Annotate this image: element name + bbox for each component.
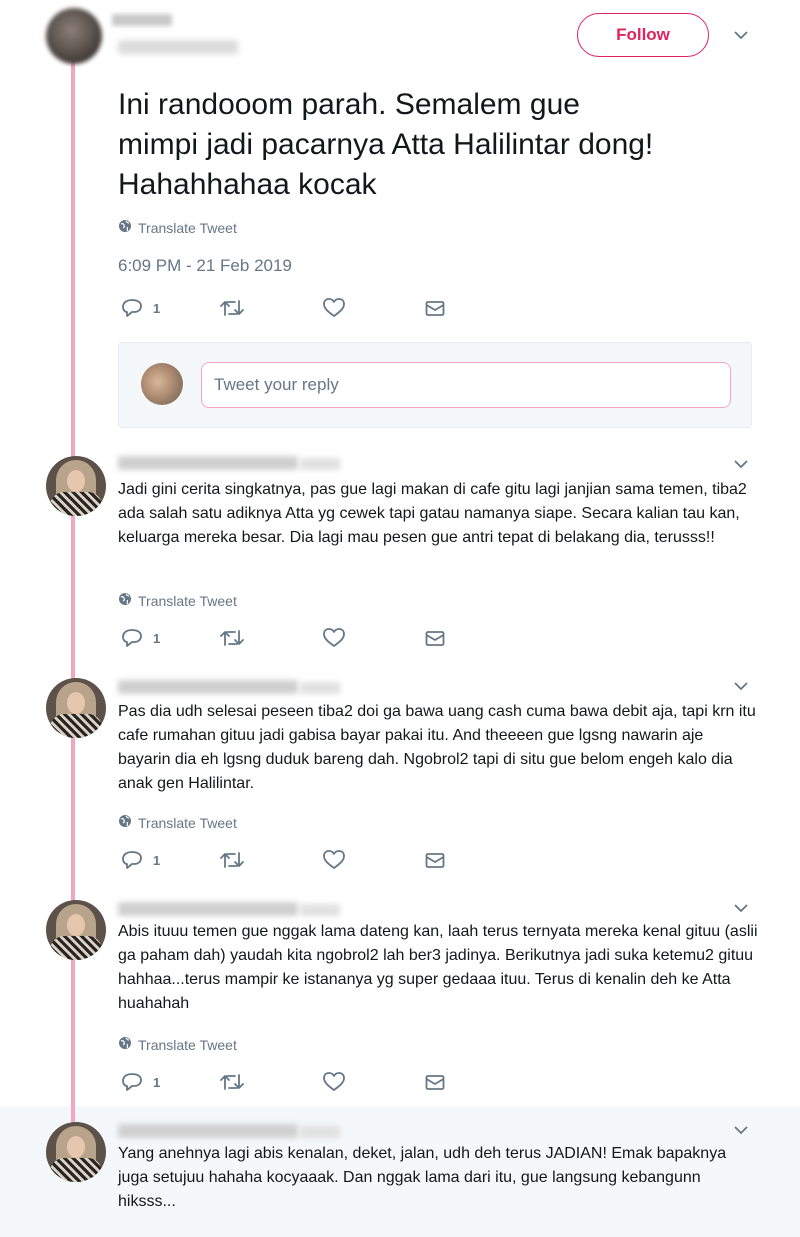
- translate-tweet-link[interactable]: Translate Tweet: [118, 814, 237, 831]
- translate-tweet-link[interactable]: Translate Tweet: [118, 1036, 237, 1053]
- current-user-avatar: [141, 363, 183, 405]
- retweet-action[interactable]: [220, 1072, 244, 1092]
- like-icon: [323, 628, 345, 648]
- retweet-icon: [220, 1072, 244, 1092]
- reply-author-avatar[interactable]: [46, 900, 106, 960]
- reply-text: Pas dia udh selesai peseen tiba2 doi ga …: [118, 703, 756, 792]
- reply-author-handle-blurred[interactable]: [300, 1126, 340, 1138]
- globe-icon: [118, 814, 132, 831]
- author-avatar[interactable]: [46, 8, 102, 64]
- follow-button[interactable]: Follow: [577, 13, 709, 57]
- retweet-action[interactable]: [220, 850, 244, 870]
- message-icon: [425, 852, 445, 870]
- main-tweet-text: Ini randooom parah. Semalem gue mimpi ja…: [118, 88, 654, 201]
- author-handle-blurred[interactable]: [118, 40, 238, 54]
- message-icon: [425, 1074, 445, 1092]
- globe-icon: [118, 219, 132, 236]
- reply-icon: [121, 1072, 143, 1092]
- reply-author-name-blurred[interactable]: [118, 456, 298, 470]
- reply-author-avatar[interactable]: [46, 456, 106, 516]
- like-action[interactable]: [323, 298, 345, 318]
- like-icon: [323, 1072, 345, 1092]
- chevron-down-icon[interactable]: [733, 900, 749, 916]
- globe-icon: [118, 592, 132, 609]
- chevron-down-icon[interactable]: [733, 678, 749, 694]
- reply-icon: [121, 628, 143, 648]
- retweet-icon: [220, 850, 244, 870]
- reply-action[interactable]: 1: [121, 298, 160, 318]
- chevron-down-icon[interactable]: [733, 456, 749, 472]
- direct-message-action[interactable]: [425, 852, 445, 870]
- thread-connector-line: [71, 60, 75, 1140]
- direct-message-action[interactable]: [425, 300, 445, 318]
- reply-text: Abis ituuu temen gue nggak lama dateng k…: [118, 923, 758, 1012]
- message-icon: [425, 630, 445, 648]
- globe-icon: [118, 1036, 132, 1053]
- translate-tweet-link[interactable]: Translate Tweet: [118, 592, 237, 609]
- translate-label: Translate Tweet: [138, 1036, 237, 1053]
- reply-icon: [121, 298, 143, 318]
- reply-author-name-blurred[interactable]: [118, 902, 298, 916]
- author-name-blurred[interactable]: [112, 14, 172, 26]
- reply-count: 1: [153, 300, 161, 316]
- retweet-action[interactable]: [220, 298, 244, 318]
- tweet-timestamp[interactable]: 6:09 PM - 21 Feb 2019: [118, 256, 292, 276]
- reply-count: 1: [153, 852, 161, 868]
- reply-author-name-blurred[interactable]: [118, 1124, 298, 1138]
- translate-label: Translate Tweet: [138, 814, 237, 831]
- like-action[interactable]: [323, 628, 345, 648]
- reply-action[interactable]: 1: [121, 628, 160, 648]
- reply-author-avatar[interactable]: [46, 1122, 106, 1182]
- chevron-down-icon[interactable]: [733, 27, 749, 43]
- reply-author-avatar[interactable]: [46, 678, 106, 738]
- like-action[interactable]: [323, 1072, 345, 1092]
- direct-message-action[interactable]: [425, 630, 445, 648]
- retweet-icon: [220, 628, 244, 648]
- tweet-header: Follow: [0, 0, 800, 80]
- retweet-action[interactable]: [220, 628, 244, 648]
- chevron-down-icon[interactable]: [733, 1122, 749, 1138]
- like-icon: [323, 850, 345, 870]
- translate-label: Translate Tweet: [138, 219, 237, 236]
- retweet-icon: [220, 298, 244, 318]
- like-action[interactable]: [323, 850, 345, 870]
- reply-action[interactable]: 1: [121, 1072, 160, 1092]
- reply-author-handle-blurred[interactable]: [300, 682, 340, 694]
- translate-label: Translate Tweet: [138, 592, 237, 609]
- reply-input[interactable]: Tweet your reply: [201, 362, 731, 408]
- reply-count: 1: [153, 630, 161, 646]
- like-icon: [323, 298, 345, 318]
- message-icon: [425, 300, 445, 318]
- reply-action[interactable]: 1: [121, 850, 160, 870]
- reply-count: 1: [153, 1074, 161, 1090]
- reply-composer: Tweet your reply: [118, 342, 752, 428]
- reply-author-handle-blurred[interactable]: [300, 458, 340, 470]
- reply-text: Yang anehnya lagi abis kenalan, deket, j…: [118, 1145, 727, 1210]
- translate-tweet-link[interactable]: Translate Tweet: [118, 219, 237, 236]
- reply-author-handle-blurred[interactable]: [300, 904, 340, 916]
- reply-author-name-blurred[interactable]: [118, 680, 298, 694]
- reply-text: Jadi gini cerita singkatnya, pas gue lag…: [118, 481, 747, 546]
- direct-message-action[interactable]: [425, 1074, 445, 1092]
- reply-icon: [121, 850, 143, 870]
